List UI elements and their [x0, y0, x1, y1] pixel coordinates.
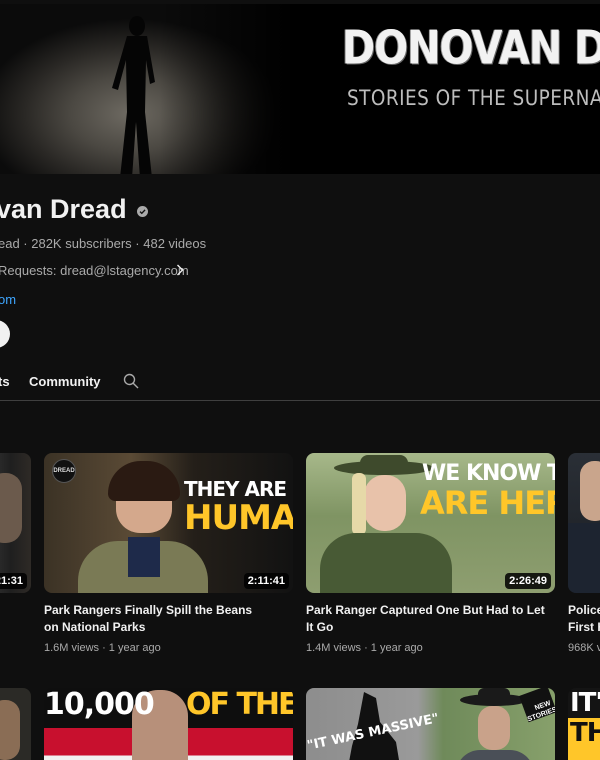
- tab-community[interactable]: Community: [29, 374, 101, 389]
- video-thumbnail[interactable]: [568, 453, 600, 593]
- channel-requests[interactable]: Requests: dread@lstagency.com: [0, 263, 189, 278]
- thumbnail-caption-line2: ARE HERE: [420, 484, 555, 522]
- video-thumbnail[interactable]: DREAD THEY ARE NOT HUMAN 2:11:41: [44, 453, 293, 593]
- video-thumbnail[interactable]: "IT WAS MASSIVE" NEW STORIES: [306, 688, 555, 760]
- video-thumbnail-face: [580, 461, 600, 521]
- channel-logo-badge: DREAD: [52, 459, 76, 483]
- thumbnail-caption-top: IT'S: [570, 688, 600, 718]
- channel-logo-text: DREAD: [53, 468, 75, 474]
- thumbnail-caption-bottom: TH: [570, 718, 600, 748]
- thumbnail-caption-number: 10,000: [44, 688, 155, 722]
- video-thumbnail-face: [0, 473, 22, 543]
- thumbnail-caption-line2: HUMAN: [184, 498, 293, 538]
- video-thumbnail[interactable]: 10,000 OF THEM: [44, 688, 293, 760]
- video-duration: 2:26:49: [505, 573, 551, 589]
- video-thumbnail[interactable]: 21:31: [0, 453, 31, 593]
- tabs-divider: [0, 400, 600, 401]
- banner-title: DONOVAN DREAD: [342, 22, 600, 75]
- subscribe-button[interactable]: [0, 320, 10, 348]
- video-title[interactable]: Police First H: [568, 602, 600, 636]
- video-thumbnail[interactable]: WE KNOW THEY ARE HERE 2:26:49: [306, 453, 555, 593]
- video-duration: 2:11:41: [243, 573, 289, 589]
- shadow-figure-icon: [112, 16, 155, 174]
- verified-icon: [137, 206, 148, 217]
- channel-link[interactable]: om: [0, 292, 16, 307]
- search-icon[interactable]: [123, 373, 139, 389]
- new-stories-text: NEW STORIES: [526, 699, 555, 724]
- chevron-right-icon[interactable]: [176, 264, 184, 276]
- video-duration: 21:31: [0, 573, 27, 589]
- video-thumbnail-face: [0, 700, 20, 760]
- video-title[interactable]: Park Rangers Finally Spill the Beans on …: [44, 602, 259, 636]
- thumbnail-caption-line1: THEY ARE NOT: [184, 477, 293, 501]
- channel-banner: DONOVAN DREAD STORIES OF THE SUPERNATRUA…: [0, 0, 600, 174]
- banner-photo: [0, 4, 290, 174]
- video-thumbnail[interactable]: [0, 688, 31, 760]
- thumbnail-caption-right: OF THEM: [186, 688, 293, 722]
- video-thumbnail-uniform: [568, 523, 600, 593]
- video-meta: 1.6M views · 1 year ago: [44, 642, 161, 654]
- thumbnail-caption-line1: WE KNOW THEY: [422, 461, 555, 486]
- video-meta: 1.4M views · 1 year ago: [306, 642, 423, 654]
- video-thumbnail[interactable]: IT'S TH: [568, 688, 600, 760]
- channel-name: van Dread: [0, 194, 127, 224]
- channel-meta: ead · 282K subscribers · 482 videos: [0, 236, 207, 251]
- banner-subtitle: STORIES OF THE SUPERNATRUAL: [347, 86, 600, 110]
- tab-posts[interactable]: ts: [0, 374, 10, 389]
- video-meta: 968K vi: [568, 642, 600, 654]
- video-title[interactable]: Park Ranger Captured One But Had to Let …: [306, 602, 546, 636]
